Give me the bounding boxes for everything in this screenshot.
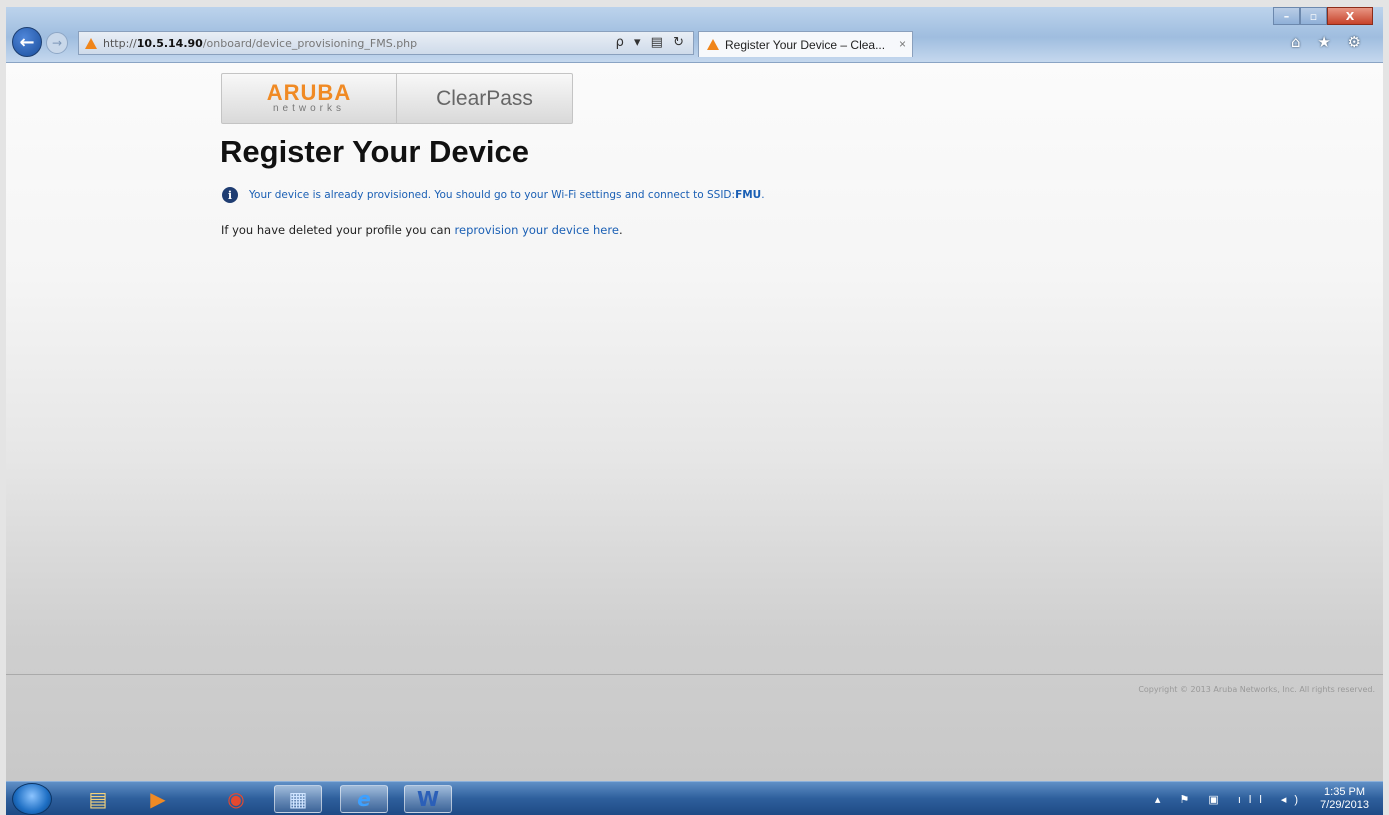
footer-divider <box>6 674 1383 675</box>
address-tools-icons[interactable]: ρ ▾ ▤ ↻ <box>616 35 687 50</box>
home-favorites-tools-icons[interactable]: ⌂ ★ ⚙ <box>1291 33 1367 51</box>
page-title: Register Your Device <box>220 134 529 169</box>
internet-explorer-taskbar-icon[interactable]: e <box>340 785 388 813</box>
tab-register-device[interactable]: Register Your Device – Clea... × <box>698 31 913 57</box>
tab-close-icon[interactable]: × <box>899 37 906 51</box>
minimize-button[interactable]: – <box>1273 7 1300 25</box>
address-bar[interactable]: http://10.5.14.90/onboard/device_provisi… <box>78 31 694 55</box>
reprovision-prefix: If you have deleted your profile you can <box>221 223 455 237</box>
tab-title: Register Your Device – Clea... <box>725 37 886 52</box>
start-button[interactable] <box>12 783 52 815</box>
url-scheme: http:// <box>103 36 137 50</box>
reprovision-suffix: . <box>618 223 623 237</box>
aruba-logo-text: ARUBA <box>266 79 352 105</box>
copyright-notice: Copyright © 2013 Aruba Networks, Inc. Al… <box>1138 685 1375 694</box>
ssid-value: FMU <box>735 189 762 201</box>
taskbar: ▤ ▶ ◉ ▦ e W ▴ ⚑ ▣ ıll ◂) 1:35 PM 7/29/20… <box>6 781 1383 815</box>
info-icon: i <box>222 187 238 203</box>
control-panel-taskbar-icon[interactable]: ▦ <box>274 785 322 813</box>
forward-button[interactable]: → <box>46 32 68 54</box>
back-button[interactable]: ← <box>12 27 42 57</box>
maximize-button[interactable]: ▫ <box>1300 7 1327 25</box>
system-tray: ▴ ⚑ ▣ ıll ◂) 1:35 PM 7/29/2013 <box>1155 786 1369 812</box>
explorer-taskbar-icon[interactable]: ▤ <box>74 785 122 813</box>
page-content: ARUBA networks ClearPass Register Your D… <box>6 63 1383 782</box>
reprovision-link[interactable]: reprovision your device here <box>455 223 619 237</box>
clock-time: 1:35 PM <box>1324 786 1366 798</box>
info-message-end: . <box>761 189 765 201</box>
reprovision-line: If you have deleted your profile you can… <box>221 223 623 237</box>
media-player-taskbar-icon[interactable]: ▶ <box>134 785 182 813</box>
clearpass-logo-text: ClearPass <box>436 86 533 110</box>
url-host: 10.5.14.90 <box>136 36 203 50</box>
close-button[interactable]: X <box>1327 7 1373 25</box>
browser-chrome: – ▫ X ← → http://10.5.14.90/onboard/devi… <box>6 7 1383 63</box>
aruba-logo: ARUBA networks <box>222 74 397 123</box>
aruba-clearpass-logo: ARUBA networks ClearPass <box>221 73 573 124</box>
aruba-tab-icon <box>707 39 719 50</box>
info-message-text: Your device is already provisioned. You … <box>249 189 736 201</box>
word-taskbar-icon[interactable]: W <box>404 785 452 813</box>
clock-date: 7/29/2013 <box>1320 799 1369 811</box>
tray-icons[interactable]: ▴ ⚑ ▣ ıll ◂) <box>1155 793 1306 806</box>
url-path: /onboard/device_provisioning_FMS.php <box>202 36 418 50</box>
clock[interactable]: 1:35 PM 7/29/2013 <box>1320 786 1369 812</box>
aruba-site-icon <box>85 37 97 49</box>
chrome-taskbar-icon[interactable]: ◉ <box>212 785 260 813</box>
screen-frame: – ▫ X ← → http://10.5.14.90/onboard/devi… <box>0 0 1389 815</box>
networks-logo-text: networks <box>272 102 345 114</box>
window-controls: – ▫ X <box>1273 7 1373 25</box>
info-message: i Your device is already provisioned. Yo… <box>222 187 765 203</box>
